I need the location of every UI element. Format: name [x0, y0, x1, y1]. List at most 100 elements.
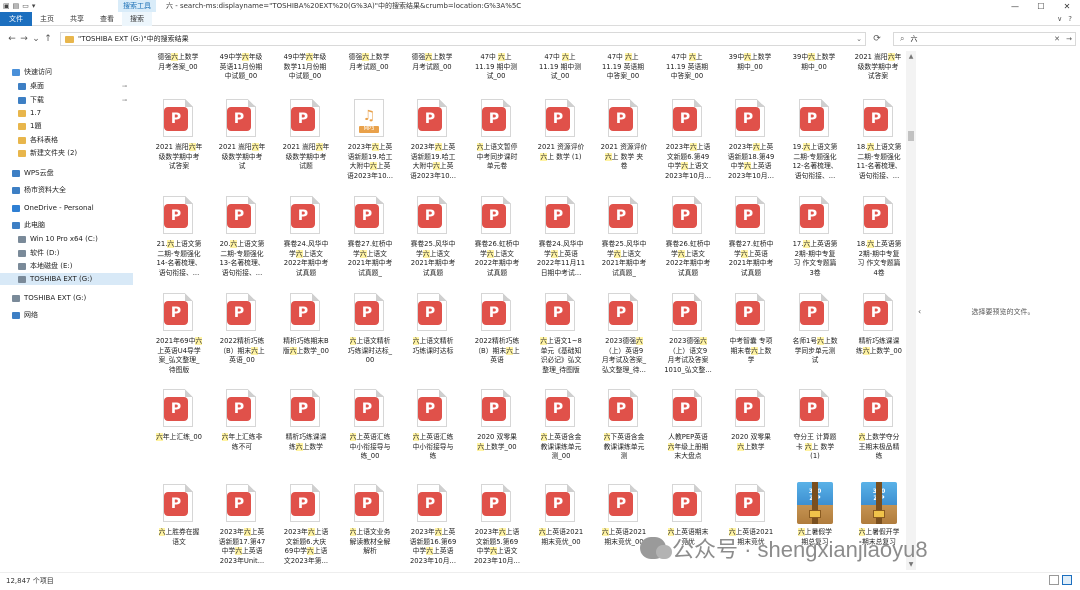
file-tile[interactable]: P 2020 双零果 六上数学	[720, 387, 780, 483]
sidebar-item-6[interactable]: 新建文件夹 (2)	[0, 147, 77, 159]
sidebar-item-8[interactable]: 杨市资料大全	[0, 184, 66, 196]
file-tile[interactable]: P 六上语文精析 巧练课时达标	[402, 291, 462, 387]
file-tile[interactable]: P 2023年六上语 文新题6.大庆 69中学六上语 文2023年第...	[275, 482, 335, 570]
file-tile[interactable]: P 2021 嵩阳六年 级数学期中考 试题	[275, 97, 335, 193]
tab-view[interactable]: 查看	[92, 12, 122, 26]
new-folder-icon[interactable]: ▭	[22, 1, 29, 11]
file-tile[interactable]: P 2021 嵩阳六年 级数学期中考 试答案	[148, 97, 208, 193]
search-box[interactable]: ⌕ 六 ✕ →	[893, 32, 1076, 46]
details-view-icon[interactable]	[1049, 575, 1059, 585]
scroll-up-arrow-icon[interactable]: ▲	[906, 53, 916, 60]
file-tile[interactable]: P 赛卷27.虹桥中 学六上语文 2021年期中考 试真题_	[339, 194, 399, 290]
minimize-button[interactable]: —	[1002, 2, 1028, 11]
file-tile[interactable]: P 赛卷24.风华中 学六上英语 2022年11月11 日期中考试...	[530, 194, 590, 290]
sidebar-item-14[interactable]: TOSHIBA EXT (G:)	[0, 273, 133, 285]
file-tile[interactable]: P 六上语文1~8 单元《基础知 识必记》弘文 整理_待图版	[530, 291, 590, 387]
expand-ribbon-icon[interactable]: ∨	[1057, 15, 1062, 23]
sidebar-item-4[interactable]: 1題	[0, 120, 41, 132]
file-name-label[interactable]: 德强六上数学 月考试题_00	[401, 53, 463, 72]
chevron-left-icon[interactable]: ‹	[918, 307, 921, 316]
file-tile[interactable]: P 2023年六上英 语新题19.哈工 大附中六上英 语2023年10...	[402, 97, 462, 193]
sidebar-item-15[interactable]: TOSHIBA EXT (G:)	[0, 292, 86, 304]
sidebar-item-12[interactable]: 软件 (D:)	[0, 247, 59, 259]
file-name-label[interactable]: 49中学六年级 数学11月份期 中试题_00	[274, 53, 336, 82]
file-tile[interactable]: P 赛卷27.虹桥中 学六上英语 2021年期中考 试真题	[720, 194, 780, 290]
sidebar-item-13[interactable]: 本地磁盘 (E:)	[0, 260, 72, 272]
tab-file[interactable]: 文件	[0, 11, 32, 26]
maximize-button[interactable]: ☐	[1028, 2, 1054, 11]
scroll-thumb[interactable]	[908, 131, 914, 141]
file-tile[interactable]: P 六上胜券在握 语文	[148, 482, 208, 570]
customize-qat-icon[interactable]: ▾	[32, 1, 36, 11]
file-tile[interactable]: P 2023年六上英 语新题16.第69 中学六上英语 2023年10月...	[402, 482, 462, 570]
sidebar-item-9[interactable]: OneDrive - Personal	[0, 202, 94, 214]
file-name-label[interactable]: 39中六上数学 期中_00	[783, 53, 845, 72]
file-tile[interactable]: P 中考智囊 专项 期末卷六上数学	[720, 291, 780, 387]
sidebar-item-2[interactable]: 下载 ⊸	[0, 94, 127, 106]
vertical-scrollbar[interactable]: ▲ ▼	[906, 51, 916, 570]
file-name-label[interactable]: 49中学六年级 英语11月份期 中试题_00	[210, 53, 272, 82]
sidebar-item-11[interactable]: Win 10 Pro x64 (C:)	[0, 233, 98, 245]
refresh-icon[interactable]: ⟳	[870, 32, 884, 46]
file-tile[interactable]: P 2023年六上语 文新题6.第49 中学六上语文 2023年10月...	[657, 97, 717, 193]
clear-search-icon[interactable]: ✕	[1051, 35, 1063, 43]
file-tile[interactable]: P 六上语文暂停 中考同步课时 单元卷	[466, 97, 526, 193]
search-input[interactable]: 六	[910, 34, 917, 44]
file-tile[interactable]: P 2021 嵩阳六年 级数学期中考试	[211, 97, 271, 193]
search-go-icon[interactable]: →	[1063, 35, 1075, 43]
properties-icon[interactable]: ▤	[13, 1, 20, 11]
file-tile[interactable]: P 六上语文业务 解读教材全解 解析	[339, 482, 399, 570]
file-tile[interactable]: P 人教PEP英语 六年级上册期 末大盘点	[657, 387, 717, 483]
file-name-label[interactable]: 47中 六上 11.19 英语期 中答案_00	[656, 53, 718, 82]
file-tile[interactable]: P 夺分王 计算题卡 六上 数学 (1)	[784, 387, 844, 483]
file-tile[interactable]: P 19.六上语文第 二期-专题强化 12-名著梳理、 语句衔接、...	[784, 97, 844, 193]
file-tile[interactable]: P 2023德强六 （上）语文9 月考试及答案 1010_弘文整...	[657, 291, 717, 387]
close-button[interactable]: ✕	[1054, 2, 1080, 11]
file-tile[interactable]: P 2021 资源评价 六上 数学 (1)	[530, 97, 590, 193]
sidebar-item-16[interactable]: 网络	[0, 309, 38, 321]
file-tile[interactable]: P 21.六上语文第 二期-专题强化 14-名著梳理、 语句衔接、...	[148, 194, 208, 290]
file-tile[interactable]: P 2021年69中六 上英语U4导学 案_弘文整理_ 待图版	[148, 291, 208, 387]
file-tile[interactable]: P 六年上汇练非 练不可	[211, 387, 271, 483]
file-tile[interactable]: P 18.六上语文第 二期-专题强化 11-名著梳理、 语句衔接、...	[848, 97, 906, 193]
recent-locations-icon[interactable]: ⌄	[30, 34, 42, 44]
file-tile[interactable]: P 六上英语2021 期末竞优_00	[530, 482, 590, 570]
file-tile[interactable]: P 2020 双零果 六上数学_00	[466, 387, 526, 483]
file-tile[interactable]: P 赛卷24.风华中 学六上语文 2022年期中考 试真题	[275, 194, 335, 290]
file-name-label[interactable]: 47中 六上 11.19 英语期 中答案_00	[592, 53, 654, 82]
file-tile[interactable]: P 2021 资源评价 六上 数学 夹卷	[593, 97, 653, 193]
file-tile[interactable]: P 2022精析巧练 （B）期末六上 英语_00	[211, 291, 271, 387]
file-tile[interactable]: P 六上英语含金 教课课练单元 测_00	[530, 387, 590, 483]
file-tile[interactable]: P 六下英语含金 教课课练单元测	[593, 387, 653, 483]
up-arrow-icon[interactable]: ↑	[42, 34, 54, 44]
preview-splitter[interactable]: ‹	[916, 51, 926, 570]
file-name-label[interactable]: 2021 嵩阳六年 级数学期中考 试答案	[847, 53, 906, 82]
address-dropdown-icon[interactable]: ⌄	[853, 35, 865, 43]
file-tile[interactable]: P 2023德强六 （上）英语9 月考试及答案_ 弘文整理_待...	[593, 291, 653, 387]
file-tile[interactable]: P 17.六上英语第 2期-期中专复习 作文专题篇 3卷	[784, 194, 844, 290]
sidebar-item-10[interactable]: 此电脑	[0, 219, 45, 231]
file-tile[interactable]: P 赛卷26.虹桥中 学六上语文 2022年期中考 试真题	[466, 194, 526, 290]
file-name-label[interactable]: 47中 六上 11.19 期中测 试_00	[465, 53, 527, 82]
file-tile[interactable]: P 精析巧练课课 练六上数学_00	[848, 291, 906, 387]
file-tile[interactable]: P 精析巧练期末B 版六上数学_00	[275, 291, 335, 387]
large-icons-view-icon[interactable]	[1062, 575, 1072, 585]
file-tile[interactable]: P 赛卷25.风华中 学六上语文 2021年期中考 试真题_	[593, 194, 653, 290]
file-tile[interactable]: P 六年上汇练_00	[148, 387, 208, 483]
file-name-label[interactable]: 德强六上数学 月考答案_00	[147, 53, 209, 72]
file-name-label[interactable]: 47中 六上 11.19 期中测 试_00	[529, 53, 591, 82]
file-tile[interactable]: P 六上数学夺分 王期末极品精练	[848, 387, 906, 483]
forward-arrow-icon[interactable]: →	[18, 34, 30, 44]
tab-share[interactable]: 共享	[62, 12, 92, 26]
file-tile[interactable]: P 2023年六上语 文新题5.第69 中学六上语文 2023年10月...	[466, 482, 526, 570]
file-tile[interactable]: P 18.六上英语第 2期-期中专复习 作文专题篇 4卷	[848, 194, 906, 290]
sidebar-item-1[interactable]: 桌面 ⊸	[0, 80, 127, 92]
sidebar-item-7[interactable]: WPS云盘	[0, 167, 54, 179]
file-tile[interactable]: P 2023年六上英 语新题17.第47 中学六上英语 2023年Unit...	[211, 482, 271, 570]
tab-search[interactable]: 搜索	[122, 11, 152, 26]
back-arrow-icon[interactable]: ←	[6, 34, 18, 44]
file-tile[interactable]: P 赛卷26.虹桥中 学六上语文 2022年期中考 试真题	[657, 194, 717, 290]
help-icon[interactable]: ?	[1068, 15, 1072, 23]
file-name-label[interactable]: 39中六上数学 期中_00	[719, 53, 781, 72]
sidebar-item-0[interactable]: 快速访问	[0, 66, 52, 78]
